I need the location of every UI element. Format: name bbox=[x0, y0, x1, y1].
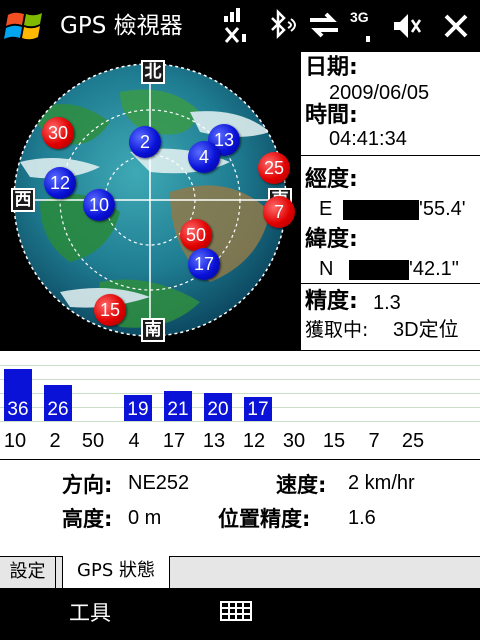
signal-bar: 19 bbox=[124, 395, 152, 421]
prn-label: 2 bbox=[49, 430, 61, 452]
longitude-seconds: '55.4' bbox=[419, 198, 466, 220]
direction-label: 方向: bbox=[62, 473, 113, 497]
bluetooth-icon[interactable] bbox=[266, 6, 300, 46]
soft-key-bar: 工具 bbox=[0, 588, 480, 640]
prn-label: 50 bbox=[81, 430, 105, 452]
data-sync-icon[interactable] bbox=[306, 6, 342, 46]
3g-label: 3G bbox=[350, 9, 369, 25]
satellite-marker[interactable]: 12 bbox=[44, 167, 76, 199]
satellite-marker[interactable]: 10 bbox=[83, 189, 115, 221]
app-title: GPS 檢視器 bbox=[60, 13, 183, 39]
position-precision-label: 位置精度: bbox=[218, 507, 311, 531]
acquire-label: 獲取中: bbox=[305, 319, 369, 341]
signal-bar: 21 bbox=[164, 391, 192, 421]
direction-north: 北 bbox=[141, 60, 165, 84]
windows-start-icon[interactable] bbox=[0, 0, 56, 52]
signal-bar: 20 bbox=[204, 393, 232, 421]
satellite-marker[interactable]: 30 bbox=[42, 117, 74, 149]
prn-label: 12 bbox=[242, 430, 266, 452]
grid-line bbox=[0, 379, 480, 380]
signal-bar-value: 19 bbox=[127, 399, 149, 420]
title-bar: GPS 檢視器 3G bbox=[0, 0, 480, 52]
satellite-marker[interactable]: 4 bbox=[188, 141, 220, 173]
grid-line bbox=[0, 421, 480, 422]
prn-label: 17 bbox=[162, 430, 186, 452]
signal-off-icon[interactable] bbox=[220, 6, 254, 46]
tab-gps-status[interactable]: GPS 狀態 bbox=[62, 556, 170, 589]
fix-section: 精度: 1.3 獲取中: 3D定位 bbox=[301, 284, 480, 350]
grid-line bbox=[0, 365, 480, 366]
prn-label: 4 bbox=[128, 430, 140, 452]
speed-label: 速度: bbox=[276, 473, 327, 497]
grid-line bbox=[0, 393, 480, 394]
precision-label: 精度: bbox=[305, 289, 358, 314]
signal-bar-value: 21 bbox=[167, 399, 189, 420]
prn-label: 7 bbox=[368, 430, 380, 452]
volume-mute-icon[interactable] bbox=[390, 6, 424, 46]
direction-west: 西 bbox=[11, 188, 35, 212]
prn-label: 13 bbox=[202, 430, 226, 452]
keyboard-icon[interactable] bbox=[220, 600, 252, 624]
signal-bar-value: 26 bbox=[47, 399, 69, 420]
datetime-section: 日期: 2009/06/05 時間: 04:41:34 bbox=[301, 52, 480, 156]
grid-line bbox=[0, 407, 480, 408]
satellite-marker[interactable]: 2 bbox=[129, 126, 161, 158]
prn-label: 15 bbox=[322, 430, 346, 452]
latitude-direction: N bbox=[319, 258, 334, 280]
precision-value: 1.3 bbox=[373, 292, 401, 314]
direction-value: NE252 bbox=[128, 472, 190, 494]
satellite-marker[interactable]: 15 bbox=[94, 294, 126, 326]
3g-signal-icon[interactable]: 3G bbox=[348, 6, 380, 46]
longitude-direction: E bbox=[319, 198, 333, 220]
latitude-seconds: '42.1" bbox=[409, 258, 459, 280]
navigation-status: 方向: NE252 速度: 2 km/hr 高度: 0 m 位置精度: 1.6 bbox=[0, 460, 480, 556]
signal-bar: 17 bbox=[244, 397, 272, 421]
tab-settings[interactable]: 設定 bbox=[0, 557, 56, 589]
prn-label: 25 bbox=[401, 430, 425, 452]
satellite-marker[interactable]: 17 bbox=[188, 248, 220, 280]
prn-label: 30 bbox=[282, 430, 306, 452]
satellite-marker[interactable]: 7 bbox=[263, 196, 295, 228]
tab-strip: 設定 GPS 狀態 bbox=[0, 556, 480, 589]
position-info-panel: 日期: 2009/06/05 時間: 04:41:34 經度: E '55.4'… bbox=[300, 52, 480, 350]
coordinates-section: 經度: E '55.4' 緯度: N '42.1" bbox=[301, 156, 480, 284]
close-icon[interactable] bbox=[436, 6, 476, 46]
altitude-label: 高度: bbox=[62, 507, 113, 531]
tools-softkey[interactable]: 工具 bbox=[40, 598, 140, 628]
satellite-marker[interactable]: 50 bbox=[180, 219, 212, 251]
speed-value: 2 km/hr bbox=[348, 472, 415, 494]
satellite-marker[interactable]: 25 bbox=[258, 152, 290, 184]
signal-bar: 26 bbox=[44, 385, 72, 421]
earth-globe bbox=[13, 63, 287, 337]
signal-bar-value: 17 bbox=[247, 399, 269, 420]
signal-bar-value: 20 bbox=[207, 399, 229, 420]
date-label: 日期: bbox=[305, 55, 358, 80]
longitude-redaction bbox=[343, 200, 419, 220]
longitude-label: 經度: bbox=[305, 167, 358, 192]
time-value: 04:41:34 bbox=[329, 128, 407, 150]
latitude-redaction bbox=[349, 260, 409, 280]
latitude-label: 緯度: bbox=[305, 227, 358, 252]
acquire-value: 3D定位 bbox=[393, 319, 459, 341]
satellite-sky-view: 北 西 東 南 30 2 13 4 25 12 10 7 50 17 15 bbox=[0, 52, 300, 350]
prn-label: 10 bbox=[3, 430, 27, 452]
direction-south: 南 bbox=[141, 318, 165, 342]
position-precision-value: 1.6 bbox=[348, 507, 376, 529]
signal-bar-value: 36 bbox=[7, 399, 29, 420]
altitude-value: 0 m bbox=[128, 507, 162, 529]
signal-bar: 36 bbox=[4, 369, 32, 421]
signal-strength-graph: 36 26 19 21 20 17 10 2 50 4 17 13 12 30 … bbox=[0, 350, 480, 460]
